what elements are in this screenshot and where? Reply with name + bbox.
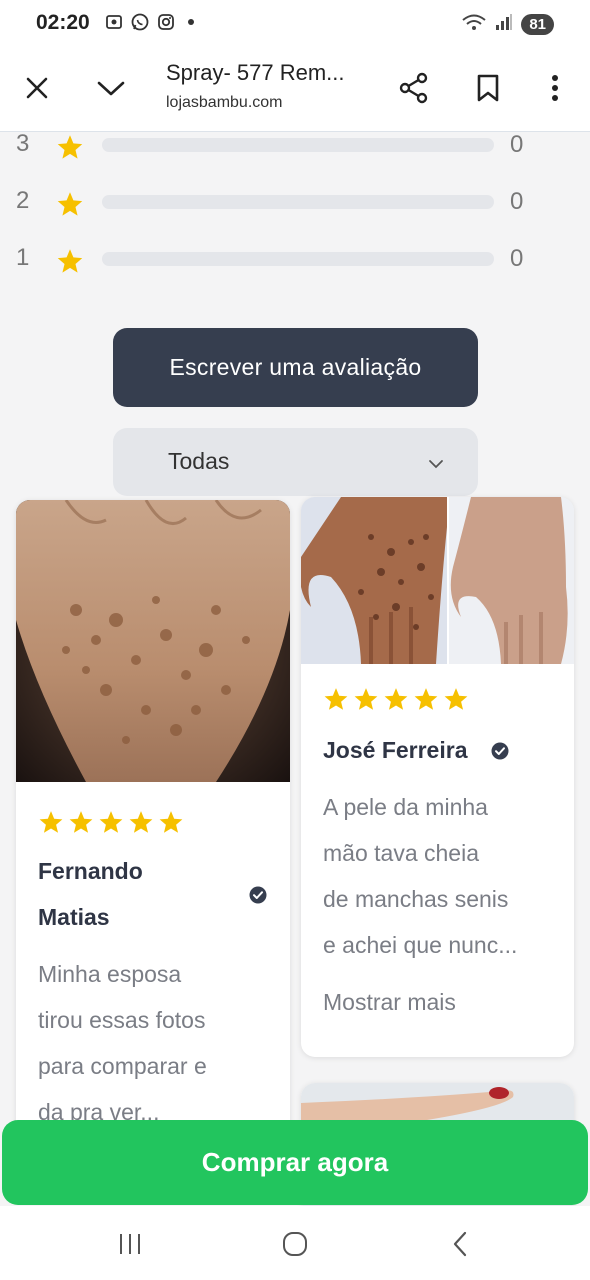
star-icon (414, 688, 438, 710)
rating-bar (102, 138, 494, 152)
page-url[interactable]: lojasbambu.com (166, 94, 283, 112)
review-text: Minha esposa tirou essas fotos para comp… (38, 951, 207, 1135)
page-title[interactable]: Spray- 577 Rem... (166, 60, 366, 86)
share-icon[interactable] (394, 68, 434, 108)
whatsapp-icon (130, 12, 150, 32)
review-text-line: Minha esposa (38, 961, 182, 987)
star-icon (384, 688, 408, 710)
review-stars (38, 810, 184, 835)
star-icon (129, 811, 153, 833)
verified-icon (491, 742, 509, 764)
battery-indicator: 81 (521, 13, 554, 35)
more-vert-icon[interactable] (535, 68, 575, 108)
star-icon (69, 811, 93, 833)
bookmark-icon[interactable] (468, 68, 508, 108)
rating-stars-label: 1 (16, 244, 30, 271)
instagram-icon (156, 12, 176, 32)
review-card[interactable]: Fernando Matias Minha esposa tirou essas… (16, 500, 290, 1160)
rating-stars-label: 3 (16, 130, 30, 157)
review-stars (323, 687, 469, 712)
review-photo[interactable] (301, 497, 574, 664)
reviewer-name: José Ferreira (323, 727, 467, 773)
star-icon (159, 811, 183, 833)
review-text: A pele da minha mão tava cheia de mancha… (323, 784, 517, 968)
rating-row-3: 3 0 (0, 130, 590, 170)
rating-count: 0 (510, 131, 524, 158)
rating-row-1: 1 0 (0, 244, 590, 284)
reviewer-name: Fernando Matias (38, 848, 143, 940)
screenshot-icon (104, 12, 124, 32)
signal-icon (495, 12, 513, 36)
filter-value: Todas (168, 448, 230, 474)
review-text-line: mão tava cheia (323, 840, 479, 866)
reviewer-name-text: José Ferreira (323, 737, 468, 763)
browser-toolbar: Spray- 577 Rem... lojasbambu.com (0, 48, 590, 132)
rating-count: 0 (510, 245, 524, 272)
star-icon (354, 688, 378, 710)
review-text-line: e achei que nunc... (323, 932, 518, 958)
star-icon (56, 191, 84, 222)
review-text-line: tirou essas fotos (38, 1007, 206, 1033)
review-filter-select[interactable]: Todas (113, 428, 478, 496)
review-card[interactable]: José Ferreira A pele da minha mão tava c… (301, 497, 574, 1057)
rating-row-2: 2 0 (0, 187, 590, 227)
review-text-line: A pele da minha (323, 794, 488, 820)
star-icon (39, 811, 63, 833)
dot-icon (188, 19, 194, 25)
close-icon[interactable] (17, 68, 57, 108)
reviewer-name-line: Matias (38, 904, 110, 930)
write-review-button[interactable]: Escrever uma avaliação (113, 328, 478, 407)
system-nav-bar (0, 1206, 590, 1280)
chevron-down-icon (428, 454, 444, 473)
rating-bar (102, 195, 494, 209)
rating-count: 0 (510, 188, 524, 215)
chevron-down-icon[interactable] (91, 68, 131, 108)
review-text-line: para comparar e (38, 1053, 207, 1079)
review-photo[interactable] (16, 500, 290, 782)
review-text-line: de manchas senis (323, 886, 509, 912)
buy-now-button[interactable]: Comprar agora (2, 1120, 588, 1205)
notification-icons (104, 12, 194, 32)
rating-bar (102, 252, 494, 266)
show-more-link[interactable]: Mostrar mais (323, 989, 456, 1016)
star-icon (444, 688, 468, 710)
home-icon[interactable] (275, 1228, 315, 1260)
reviewer-name-line: Fernando (38, 858, 143, 884)
status-bar: 02:20 81 (0, 0, 590, 48)
status-time: 02:20 (36, 11, 90, 34)
recent-apps-icon[interactable] (110, 1228, 150, 1260)
back-icon[interactable] (440, 1228, 480, 1260)
star-icon (56, 134, 84, 165)
rating-stars-label: 2 (16, 187, 30, 214)
star-icon (56, 248, 84, 279)
wifi-icon (461, 12, 487, 36)
star-icon (324, 688, 348, 710)
star-icon (99, 811, 123, 833)
verified-icon (249, 886, 267, 908)
